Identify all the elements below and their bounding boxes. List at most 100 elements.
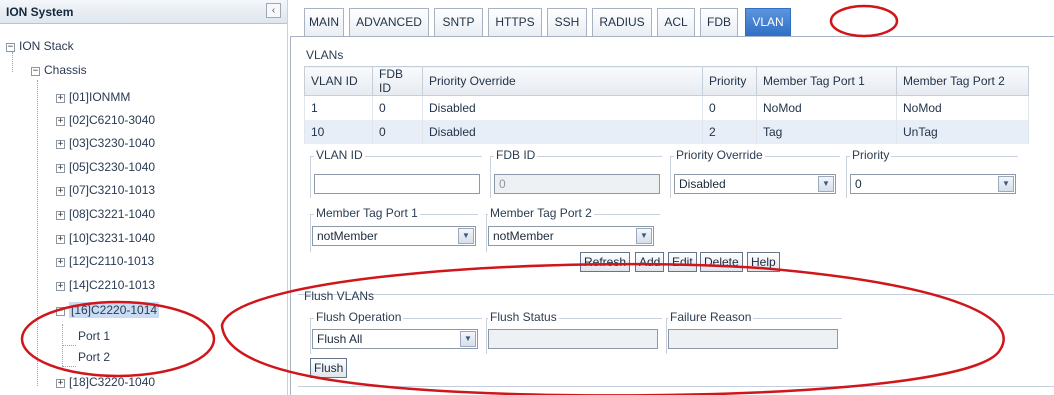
priority-override-select[interactable]: Disabled ▼ — [674, 174, 836, 194]
refresh-button[interactable]: Refresh — [580, 252, 631, 272]
plus-icon[interactable]: + — [56, 282, 65, 291]
fdb-id-label: FDB ID — [494, 148, 538, 162]
priority-label: Priority — [850, 148, 892, 162]
tab-advanced[interactable]: ADVANCED — [349, 8, 429, 36]
tree-node-module-selected[interactable]: − [16]C2220-1014 — [56, 300, 160, 320]
tree-node-module[interactable]: + [12]C2110-1013 — [56, 251, 154, 271]
tree-node-ion-stack[interactable]: − ION Stack — [6, 36, 74, 56]
flush-status-label: Flush Status — [488, 310, 559, 324]
tree-node-module[interactable]: + [18]C3220-1040 — [56, 372, 155, 392]
add-button[interactable]: Add — [635, 252, 665, 272]
tree-node-port[interactable]: Port 2 — [78, 347, 110, 367]
flush-status-field — [488, 329, 658, 349]
collapse-panel-icon[interactable]: ‹ — [266, 3, 281, 18]
priority-override-value: Disabled — [679, 177, 726, 191]
tab-https[interactable]: HTTPS — [488, 8, 542, 36]
plus-icon[interactable]: + — [56, 94, 65, 103]
cell-vlan-id: 1 — [304, 95, 373, 120]
flush-button[interactable]: Flush — [310, 358, 348, 378]
tree-header: ION System ‹ — [0, 0, 287, 24]
vlan-id-label: VLAN ID — [314, 148, 365, 162]
table-header-row: VLAN ID FDB ID Priority Override Priorit… — [304, 66, 1029, 96]
minus-icon[interactable]: − — [6, 43, 15, 52]
tree-node-module[interactable]: + [05]C3230-1040 — [56, 157, 155, 177]
priority-override-label: Priority Override — [674, 148, 765, 162]
tree-node-module[interactable]: + [02]C6210-3040 — [56, 110, 155, 130]
tree-connector — [62, 366, 76, 367]
help-button[interactable]: Help — [747, 252, 780, 272]
tree-panel: ION System ‹ − ION Stack − Chassis + [01]IO… — [0, 0, 288, 395]
plus-icon[interactable]: + — [56, 211, 65, 220]
column-header[interactable]: Priority — [702, 66, 757, 96]
plus-icon[interactable]: + — [56, 235, 65, 244]
priority-select[interactable]: 0 ▼ — [850, 174, 1016, 194]
tree-connector — [62, 345, 76, 346]
member-tag-port2-value: notMember — [493, 229, 554, 243]
flush-operation-value: Flush All — [317, 332, 363, 346]
flush-operation-select[interactable]: Flush All ▼ — [312, 329, 478, 349]
plus-icon[interactable]: + — [56, 140, 65, 149]
cell-priority: 2 — [702, 119, 757, 144]
tree-connector — [37, 80, 38, 386]
edit-button[interactable]: Edit — [668, 252, 697, 272]
tab-vlan[interactable]: VLAN — [745, 8, 791, 36]
tree-node-chassis[interactable]: − Chassis — [31, 60, 87, 80]
tree-node-module[interactable]: + [03]C3230-1040 — [56, 133, 155, 153]
delete-button[interactable]: Delete — [700, 252, 743, 272]
member-tag-port2-select[interactable]: notMember ▼ — [488, 226, 654, 246]
cell-priority: 0 — [702, 95, 757, 120]
divider — [298, 386, 1054, 387]
chevron-down-icon[interactable]: ▼ — [460, 331, 476, 347]
tree-node-module[interactable]: + [07]C3210-1013 — [56, 180, 155, 200]
column-header[interactable]: FDB ID — [372, 66, 423, 96]
failure-reason-field — [668, 329, 838, 349]
priority-value: 0 — [855, 177, 862, 191]
failure-reason-label: Failure Reason — [668, 310, 754, 324]
minus-icon[interactable]: − — [31, 67, 40, 76]
content-area: MAIN ADVANCED SNTP HTTPS SSH RADIUS ACL … — [290, 0, 1054, 395]
vlans-legend: VLANs — [306, 48, 344, 62]
cell-member-tag-port2: NoMod — [896, 95, 1029, 120]
tab-sntp[interactable]: SNTP — [434, 8, 483, 36]
tree-node-module[interactable]: + [01]IONMM — [56, 87, 130, 107]
tab-acl[interactable]: ACL — [657, 8, 695, 36]
cell-member-tag-port2: UnTag — [896, 119, 1029, 144]
chevron-down-icon[interactable]: ▼ — [818, 176, 834, 192]
member-tag-port2-label: Member Tag Port 2 — [488, 206, 594, 220]
table-row[interactable]: 10 0 Disabled 2 Tag UnTag — [304, 119, 1029, 144]
tree-title: ION System — [6, 5, 74, 19]
plus-icon[interactable]: + — [56, 117, 65, 126]
cell-vlan-id: 10 — [304, 119, 373, 144]
cell-fdb-id: 0 — [372, 95, 423, 120]
column-header[interactable]: Member Tag Port 2 — [896, 66, 1029, 96]
cell-priority-override: Disabled — [422, 119, 703, 144]
tree-node-module[interactable]: + [14]C2210-1013 — [56, 275, 155, 295]
member-tag-port1-value: notMember — [317, 229, 378, 243]
tab-radius[interactable]: RADIUS — [592, 8, 652, 36]
fdb-id-input: 0 — [494, 174, 660, 194]
plus-icon[interactable]: + — [56, 164, 65, 173]
tree-node-module[interactable]: + [10]C3231-1040 — [56, 228, 155, 248]
column-header[interactable]: VLAN ID — [304, 66, 373, 96]
cell-fdb-id: 0 — [372, 119, 423, 144]
flush-operation-label: Flush Operation — [314, 310, 404, 324]
tab-main[interactable]: MAIN — [304, 8, 344, 36]
flush-vlans-legend: Flush VLANs — [304, 289, 375, 303]
minus-icon[interactable]: − — [56, 307, 65, 316]
vlan-id-input[interactable] — [314, 174, 480, 194]
column-header[interactable]: Priority Override — [422, 66, 703, 96]
plus-icon[interactable]: + — [56, 258, 65, 267]
chevron-down-icon[interactable]: ▼ — [636, 228, 652, 244]
tab-fdb[interactable]: FDB — [700, 8, 738, 36]
tab-ssh[interactable]: SSH — [547, 8, 587, 36]
table-row[interactable]: 1 0 Disabled 0 NoMod NoMod — [304, 95, 1029, 120]
plus-icon[interactable]: + — [56, 187, 65, 196]
column-header[interactable]: Member Tag Port 1 — [756, 66, 897, 96]
chevron-down-icon[interactable]: ▼ — [998, 176, 1014, 192]
chevron-down-icon[interactable]: ▼ — [458, 228, 474, 244]
member-tag-port1-select[interactable]: notMember ▼ — [312, 226, 476, 246]
tree-node-port[interactable]: Port 1 — [78, 326, 110, 346]
plus-icon[interactable]: + — [56, 379, 65, 388]
cell-member-tag-port1: NoMod — [756, 95, 897, 120]
tree-node-module[interactable]: + [08]C3221-1040 — [56, 204, 155, 224]
